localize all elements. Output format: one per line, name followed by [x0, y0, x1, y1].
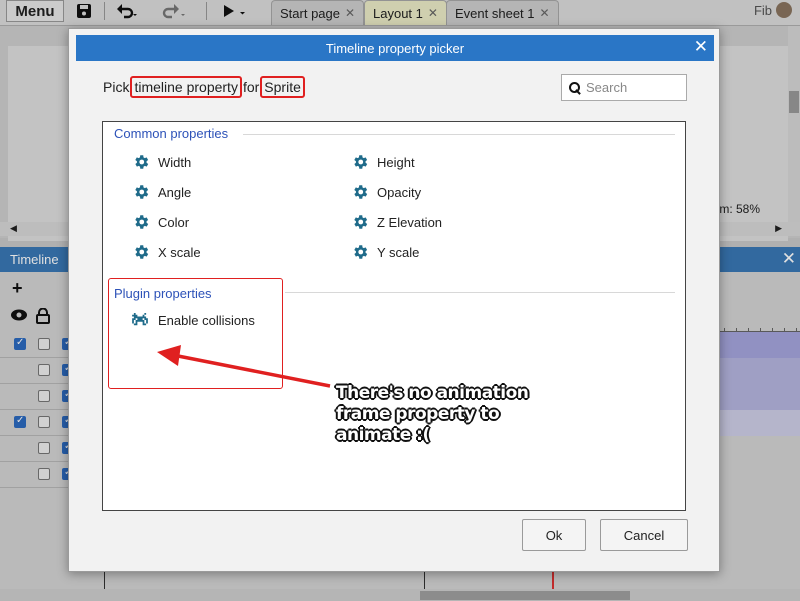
property-item-opacity[interactable]: Opacity	[351, 183, 421, 201]
section-title-plugin: Plugin properties	[114, 286, 212, 301]
gear-icon	[351, 183, 369, 201]
annotation-note: There's no animation frame property to a…	[336, 383, 529, 445]
section-title-common: Common properties	[114, 126, 229, 141]
close-icon[interactable]: ✕	[694, 37, 708, 57]
property-label: Color	[158, 214, 190, 230]
property-item-z-elevation[interactable]: Z Elevation	[351, 213, 442, 231]
section-divider	[285, 292, 675, 293]
property-item-y-scale[interactable]: Y scale	[351, 243, 419, 261]
gear-icon	[351, 153, 369, 171]
ok-button[interactable]: Ok	[522, 519, 586, 551]
property-item-angle[interactable]: Angle	[132, 183, 191, 201]
search-box[interactable]	[561, 74, 687, 101]
property-label: Height	[377, 154, 415, 170]
gear-icon	[351, 243, 369, 261]
property-item-x-scale[interactable]: X scale	[132, 243, 201, 261]
section-divider	[243, 134, 675, 135]
space-invader-icon	[130, 312, 150, 328]
property-item-enable-collisions[interactable]: Enable collisions	[130, 312, 255, 328]
pick-object-highlight: Sprite	[260, 76, 305, 98]
cancel-button[interactable]: Cancel	[600, 519, 688, 551]
pick-kind-highlight: timeline property	[130, 76, 242, 98]
search-input[interactable]	[586, 80, 678, 95]
property-label: X scale	[158, 244, 201, 260]
gear-icon	[132, 153, 150, 171]
property-label: Angle	[158, 184, 192, 200]
gear-icon	[351, 213, 369, 231]
pick-for: for	[242, 79, 260, 95]
gear-icon	[132, 183, 150, 201]
gear-icon	[132, 213, 150, 231]
property-label: Enable collisions	[158, 312, 255, 328]
timeline-property-picker-dialog: Timeline property picker ✕ Pick timeline…	[68, 28, 720, 572]
property-item-height[interactable]: Height	[351, 153, 415, 171]
dialog-titlebar: Timeline property picker ✕	[76, 35, 714, 61]
search-icon	[569, 81, 581, 94]
property-label: Y scale	[377, 244, 420, 260]
pick-prefix: Pick	[103, 79, 130, 95]
property-label: Opacity	[377, 184, 422, 200]
gear-icon	[132, 243, 150, 261]
dialog-title: Timeline property picker	[325, 41, 465, 56]
property-label: Z Elevation	[377, 214, 443, 230]
pick-instruction: Pick timeline property for Sprite	[103, 76, 306, 98]
property-item-width[interactable]: Width	[132, 153, 191, 171]
property-list: Common properties Width Height Angle Opa…	[102, 121, 686, 511]
property-label: Width	[158, 154, 192, 170]
property-item-color[interactable]: Color	[132, 213, 189, 231]
